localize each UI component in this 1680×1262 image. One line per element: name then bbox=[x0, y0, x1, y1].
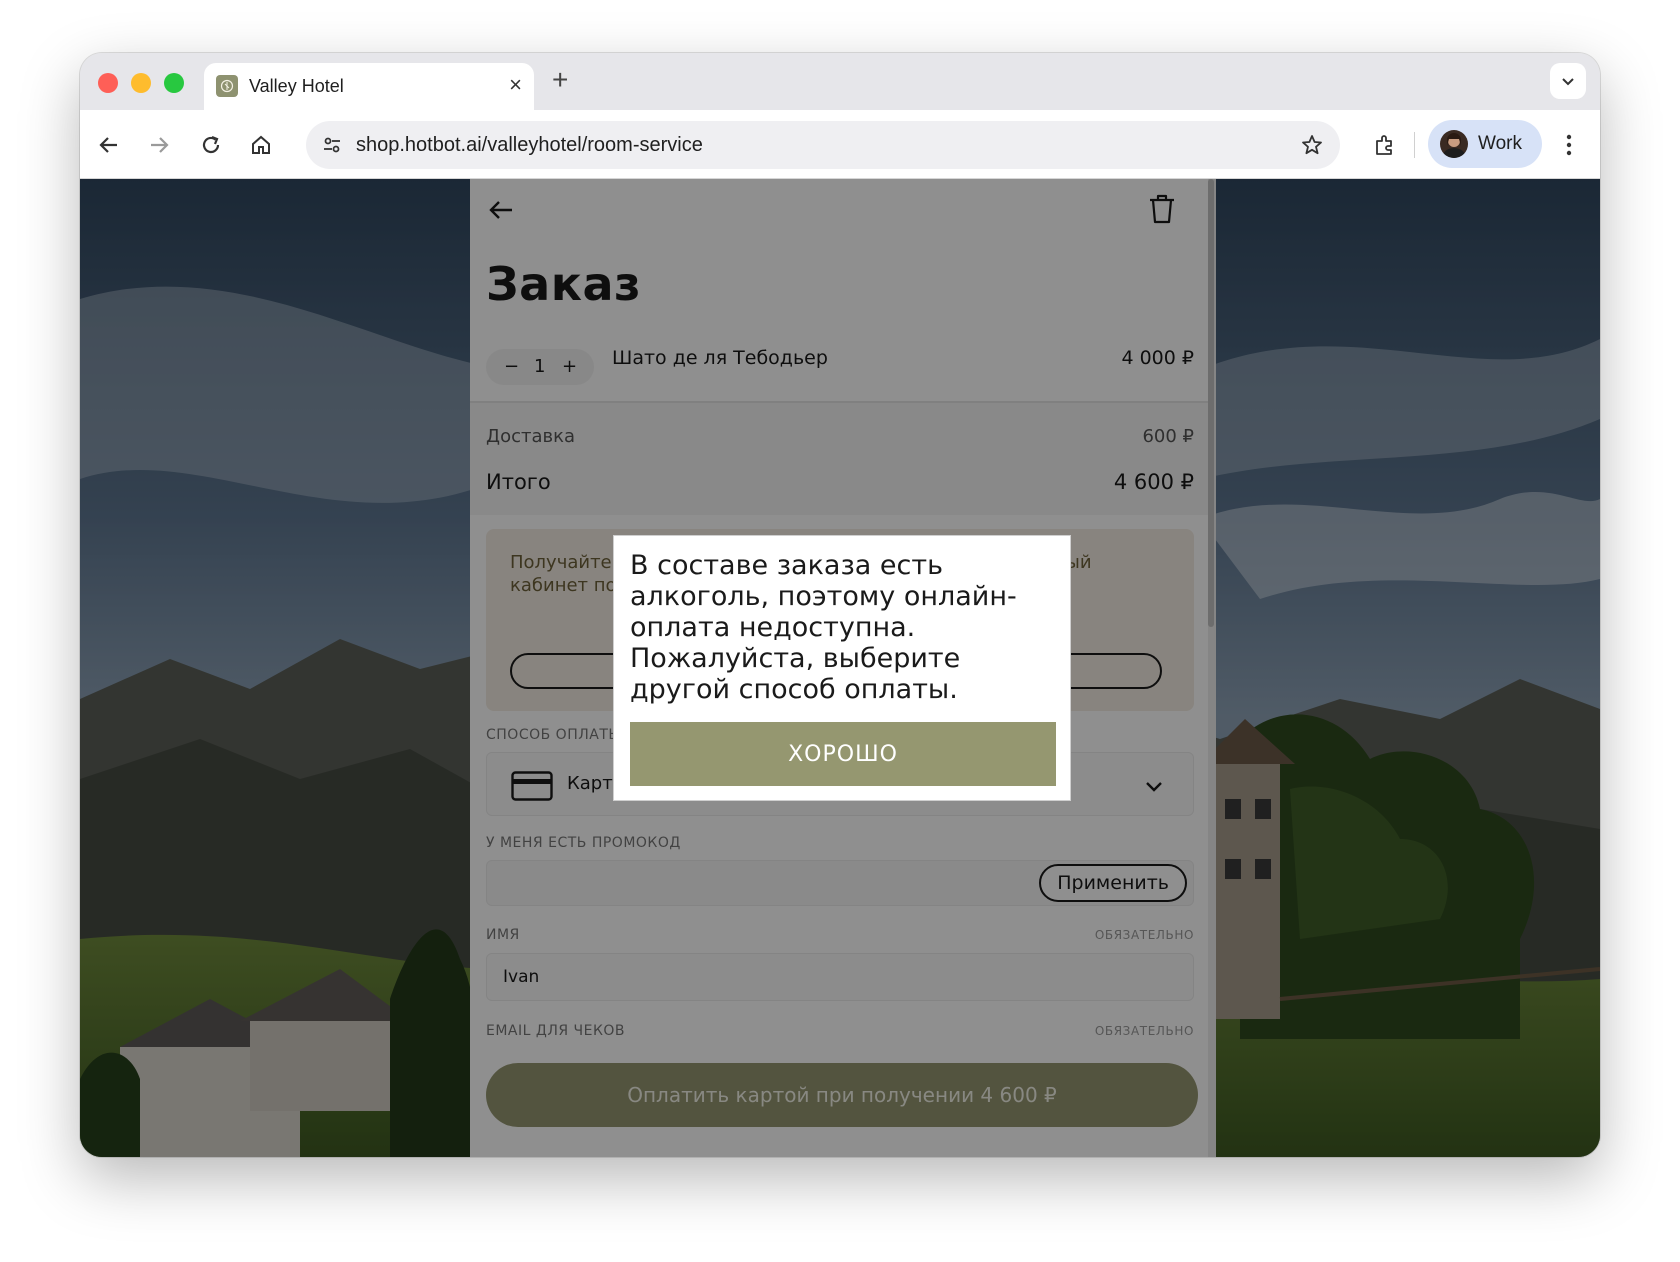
window-close-button[interactable] bbox=[98, 73, 118, 93]
dialog-message: В составе заказа есть алкоголь, поэтому … bbox=[630, 550, 1017, 705]
avatar bbox=[1440, 130, 1468, 158]
tab-title: Valley Hotel bbox=[249, 76, 344, 96]
tab-search-button[interactable] bbox=[1550, 63, 1586, 99]
extensions-puzzle-icon[interactable] bbox=[1370, 130, 1400, 160]
hotel-favicon-icon bbox=[216, 75, 238, 97]
browser-toolbar: shop.hotbot.ai/valleyhotel/room-service … bbox=[80, 110, 1600, 179]
tab-close-icon[interactable]: × bbox=[509, 72, 522, 98]
ok-button[interactable]: ХОРОШО bbox=[630, 722, 1056, 786]
window-minimize-button[interactable] bbox=[131, 73, 151, 93]
window-maximize-button[interactable] bbox=[164, 73, 184, 93]
page-content: Заказ − 1 + Шато де ля Тебодьер 4 000 ₽ … bbox=[80, 179, 1600, 1157]
bookmark-star-icon[interactable] bbox=[1298, 131, 1326, 159]
browser-window: Valley Hotel × + shop.hotbot.ai/valleyho… bbox=[80, 53, 1600, 1157]
site-settings-icon[interactable] bbox=[318, 131, 346, 159]
address-bar[interactable]: shop.hotbot.ai/valleyhotel/room-service bbox=[306, 121, 1340, 169]
chevron-down-icon bbox=[1562, 78, 1574, 86]
reload-icon[interactable] bbox=[196, 130, 226, 160]
profile-name: Work bbox=[1478, 133, 1522, 154]
forward-arrow-icon[interactable] bbox=[144, 130, 174, 160]
kebab-menu-icon[interactable] bbox=[1554, 130, 1584, 160]
back-arrow-icon[interactable] bbox=[94, 130, 124, 160]
tab-strip: Valley Hotel × + bbox=[80, 53, 1600, 110]
browser-tab[interactable]: Valley Hotel × bbox=[204, 63, 534, 110]
url-text: shop.hotbot.ai/valleyhotel/room-service bbox=[356, 134, 703, 156]
home-icon[interactable] bbox=[246, 130, 276, 160]
new-tab-icon[interactable]: + bbox=[552, 65, 568, 95]
toolbar-divider bbox=[1414, 132, 1415, 158]
alcohol-warning-dialog: В составе заказа есть алкоголь, поэтому … bbox=[613, 535, 1071, 801]
profile-button[interactable]: Work bbox=[1428, 120, 1542, 168]
